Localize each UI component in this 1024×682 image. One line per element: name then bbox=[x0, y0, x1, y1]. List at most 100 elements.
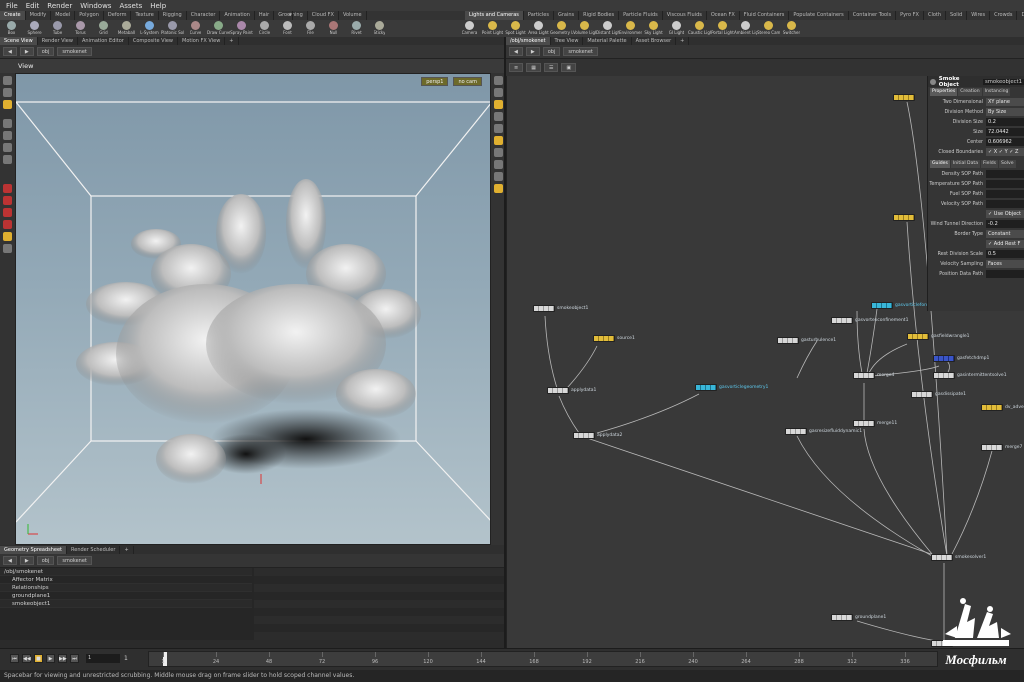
add-shelf-tab-button[interactable]: + bbox=[284, 11, 293, 20]
node-tile[interactable] bbox=[931, 554, 953, 561]
pane-tab[interactable]: Composite View bbox=[129, 37, 178, 45]
pane-tab[interactable]: Animation Editor bbox=[78, 37, 129, 45]
shelf-tab[interactable]: Rigging bbox=[159, 11, 187, 20]
network-node[interactable]: smokeobject1 bbox=[533, 305, 588, 312]
gear-icon[interactable] bbox=[930, 78, 936, 85]
shelf-tool[interactable]: Spot Light bbox=[504, 20, 527, 37]
shelf-tab[interactable]: Cloth bbox=[924, 11, 947, 20]
magnet-tool-icon[interactable] bbox=[3, 155, 12, 164]
record-icon[interactable] bbox=[3, 184, 12, 193]
normals-icon[interactable] bbox=[494, 160, 503, 169]
uv-icon[interactable] bbox=[494, 172, 503, 181]
param-field[interactable]: 72.0442 bbox=[986, 128, 1024, 136]
forward-button[interactable]: ▶ bbox=[525, 47, 540, 56]
pane-tab[interactable]: Material Palette bbox=[583, 37, 632, 45]
network-node[interactable]: merge11 bbox=[853, 420, 897, 427]
node-tile[interactable] bbox=[907, 333, 929, 340]
shelf-tab[interactable]: Drive Simulation bbox=[1017, 11, 1024, 20]
shelf-tool[interactable]: Ambient Lig. bbox=[734, 20, 757, 37]
shelf-tab[interactable]: Viscous Fluids bbox=[663, 11, 707, 20]
pane-tab[interactable]: Geometry Spreadsheet bbox=[0, 545, 68, 554]
shelf-tool[interactable]: Null bbox=[322, 20, 345, 37]
step-forward-icon[interactable]: ▶▶ bbox=[58, 654, 67, 663]
network-node[interactable]: merge7 bbox=[981, 444, 1022, 451]
shelf-tab[interactable]: Polygon bbox=[75, 11, 104, 20]
param-menu[interactable]: ✓ Use Object bbox=[986, 210, 1024, 218]
param-field[interactable]: 0.2 bbox=[986, 118, 1024, 126]
grid-view-icon[interactable]: ▦ bbox=[526, 63, 541, 72]
shelf-tool[interactable]: Circle bbox=[253, 20, 276, 37]
network-menu-button[interactable]: ≡ bbox=[509, 63, 524, 72]
shelf-tab[interactable]: Hair bbox=[255, 11, 275, 20]
pane-tab[interactable]: Motion FX View bbox=[178, 37, 226, 45]
shelf-tab[interactable]: Volume bbox=[339, 11, 367, 20]
node-tile[interactable] bbox=[853, 372, 875, 379]
shelf-tool[interactable]: Distant Light bbox=[596, 20, 619, 37]
shelf-tool[interactable]: Tube bbox=[46, 20, 69, 37]
vis-icon[interactable] bbox=[494, 184, 503, 193]
tree-row[interactable]: Affector Matrix bbox=[0, 576, 252, 584]
shelf-tab[interactable]: Ocean FX bbox=[707, 11, 740, 20]
shelf-tool[interactable]: File bbox=[299, 20, 322, 37]
param-menu[interactable]: XY plane bbox=[986, 98, 1024, 106]
node-tile[interactable] bbox=[871, 302, 893, 309]
snap-icon[interactable] bbox=[3, 196, 12, 205]
node-tile[interactable] bbox=[573, 432, 595, 439]
tree-row[interactable]: Relationships bbox=[0, 584, 252, 592]
frame-ruler[interactable]: 1 24 48 72 96 120 144 168 192 216 240 264 288 312 336 bbox=[148, 651, 938, 667]
param-tab[interactable]: Creation bbox=[958, 88, 982, 96]
network-node[interactable]: gasvortexconfinement1 bbox=[831, 317, 908, 324]
point-display-icon[interactable] bbox=[494, 148, 503, 157]
forward-button[interactable]: ▶ bbox=[19, 556, 34, 565]
start-frame[interactable]: 1 bbox=[124, 654, 144, 663]
shelf-tab[interactable]: Character bbox=[187, 11, 221, 20]
node-tile[interactable] bbox=[893, 94, 915, 101]
shelf-tab[interactable]: Animation bbox=[220, 11, 255, 20]
node-tile[interactable] bbox=[831, 614, 853, 621]
menu-edit[interactable]: Edit bbox=[26, 2, 40, 10]
shelf-tool[interactable]: Grid bbox=[92, 20, 115, 37]
pane-tab[interactable]: Tree View bbox=[551, 37, 584, 45]
shelf-tool[interactable]: Sticky bbox=[368, 20, 391, 37]
shelf-tool[interactable]: Sky Light bbox=[642, 20, 665, 37]
node-tile[interactable] bbox=[533, 305, 555, 312]
param-field[interactable] bbox=[986, 170, 1024, 178]
network-node[interactable]: gasvorticlegeometry1 bbox=[695, 384, 768, 391]
shelf-tab[interactable]: Create bbox=[0, 11, 26, 20]
menu-file[interactable]: File bbox=[6, 2, 18, 10]
network-node[interactable]: gasvorticleforce bbox=[871, 302, 931, 309]
shelf-tab[interactable]: Pyro FX bbox=[896, 11, 924, 20]
param-tab[interactable]: Guides bbox=[930, 160, 950, 168]
shelf-tab[interactable]: Crowds bbox=[990, 11, 1018, 20]
param-menu[interactable]: ✓ X ✓ Y ✓ Z bbox=[986, 148, 1024, 156]
shade-icon[interactable] bbox=[494, 124, 503, 133]
shelf-tab[interactable]: Deform bbox=[104, 11, 132, 20]
param-tab[interactable]: Instancing bbox=[982, 88, 1011, 96]
display-options-icon[interactable] bbox=[494, 76, 503, 85]
shelf-tool[interactable]: L-System bbox=[138, 20, 161, 37]
jump-start-icon[interactable]: ⏮ bbox=[10, 654, 19, 663]
shelf-tab[interactable]: Rigid Bodies bbox=[579, 11, 620, 20]
node-tile[interactable] bbox=[933, 355, 955, 362]
shelf-tab[interactable]: Particle Fluids bbox=[619, 11, 663, 20]
node-tile[interactable] bbox=[777, 337, 799, 344]
pane-tab[interactable]: Render View bbox=[38, 37, 78, 45]
path-root[interactable]: obj bbox=[36, 47, 55, 56]
shelf-tool[interactable]: Volume Light bbox=[573, 20, 596, 37]
param-tab[interactable]: Properties bbox=[930, 88, 958, 96]
pane-tab[interactable]: Render Scheduler bbox=[67, 545, 121, 554]
network-node[interactable]: gasturbulence1 bbox=[777, 337, 836, 344]
shelf-tool[interactable]: Caustic Light bbox=[688, 20, 711, 37]
render-region-icon[interactable] bbox=[3, 232, 12, 241]
network-node[interactable]: gasfetchdmp1 bbox=[933, 355, 989, 362]
shelf-tool[interactable]: GI Light bbox=[665, 20, 688, 37]
param-field[interactable] bbox=[986, 180, 1024, 188]
network-node[interactable]: gasdissipate1 bbox=[911, 391, 966, 398]
shelf-tool[interactable]: Environment bbox=[619, 20, 642, 37]
shelf-tool[interactable]: Camera bbox=[458, 20, 481, 37]
network-node[interactable]: merge4 bbox=[853, 372, 894, 379]
network-node[interactable]: smokesolver1 bbox=[931, 554, 986, 561]
shelf-tool[interactable]: Spray Paint bbox=[230, 20, 253, 37]
shelf-tab[interactable]: Modify bbox=[26, 11, 52, 20]
network-node[interactable]: source1 bbox=[593, 335, 635, 342]
